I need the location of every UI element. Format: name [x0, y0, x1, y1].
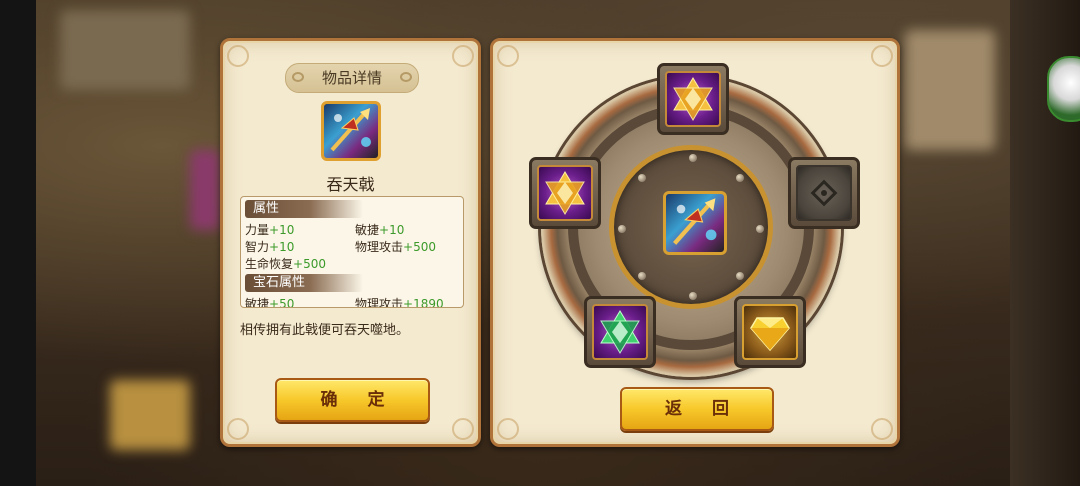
gold-star-gem-icon: [545, 171, 585, 215]
gem-slot-left[interactable]: [529, 157, 601, 229]
attribute-row: 力量+10: [245, 223, 295, 237]
halberd-icon: [672, 198, 717, 245]
rivet: [689, 292, 697, 300]
rivet: [618, 225, 626, 233]
attribute-row: 物理攻击+500: [355, 240, 436, 254]
rivet: [689, 154, 697, 162]
background-blur-shape: [110, 380, 190, 450]
gem-slot-bottom-left[interactable]: [584, 296, 656, 368]
halberd-item-icon[interactable]: [321, 101, 381, 161]
corner-ornament: [452, 45, 474, 67]
attribute-section-header: 属性: [245, 200, 363, 218]
background-blur-shape: [905, 30, 995, 150]
corner-ornament: [452, 418, 474, 440]
gem-attribute-row: 敏捷+50: [245, 297, 295, 308]
corner-ornament: [497, 418, 519, 440]
empty-slot-icon: [810, 179, 838, 207]
gold-star-gem-icon: [673, 77, 713, 121]
corner-ornament: [497, 45, 519, 67]
gem-slot-top[interactable]: [657, 63, 729, 135]
screen-edge-left: [0, 0, 36, 486]
rivet: [638, 272, 646, 280]
attribute-row: 敏捷+10: [355, 223, 405, 237]
panel-title: 物品详情: [321, 69, 382, 87]
gem-attribute-row: 物理攻击+1890: [355, 297, 444, 308]
gem-slot-bottom-right[interactable]: [734, 296, 806, 368]
panel-title-tag: 物品详情: [285, 63, 419, 93]
scroll-ornament-icon: [292, 72, 304, 82]
panda-avatar-icon[interactable]: [1047, 56, 1080, 122]
back-button[interactable]: 返 回: [620, 387, 774, 431]
corner-ornament: [227, 45, 249, 67]
attribute-list[interactable]: 属性 力量+10 敏捷+10 智力+10 物理攻击+500 生命恢复+500 宝…: [240, 196, 464, 308]
gem-slot-right[interactable]: [788, 157, 860, 229]
rivet: [736, 272, 744, 280]
item-detail-panel: 物品详情 吞天戟 属性 力量+10 敏捷+10 智力+10 物理攻击+500 生…: [220, 38, 481, 447]
scroll-ornament-icon: [400, 72, 412, 82]
gem-socket-panel: 返 回: [490, 38, 900, 447]
green-star-gem-icon: [600, 310, 640, 354]
gem-attribute-section-header: 宝石属性: [245, 274, 363, 292]
yellow-diamond-gem-icon: [750, 317, 790, 352]
halberd-icon: [330, 108, 371, 152]
item-description: 相传拥有此戟便可吞天噬地。: [240, 323, 410, 338]
corner-ornament: [871, 45, 893, 67]
rivet: [638, 174, 646, 182]
attribute-row: 生命恢复+500: [245, 257, 326, 271]
corner-ornament: [227, 418, 249, 440]
rivet: [756, 225, 764, 233]
attribute-row: 智力+10: [245, 240, 295, 254]
background-blur-shape: [60, 10, 190, 90]
corner-ornament: [871, 418, 893, 440]
halberd-item-icon[interactable]: [663, 191, 727, 255]
confirm-button[interactable]: 确 定: [275, 378, 430, 422]
background-blur-shape: [190, 150, 220, 230]
rivet: [736, 174, 744, 182]
item-name: 吞天戟: [326, 175, 375, 194]
